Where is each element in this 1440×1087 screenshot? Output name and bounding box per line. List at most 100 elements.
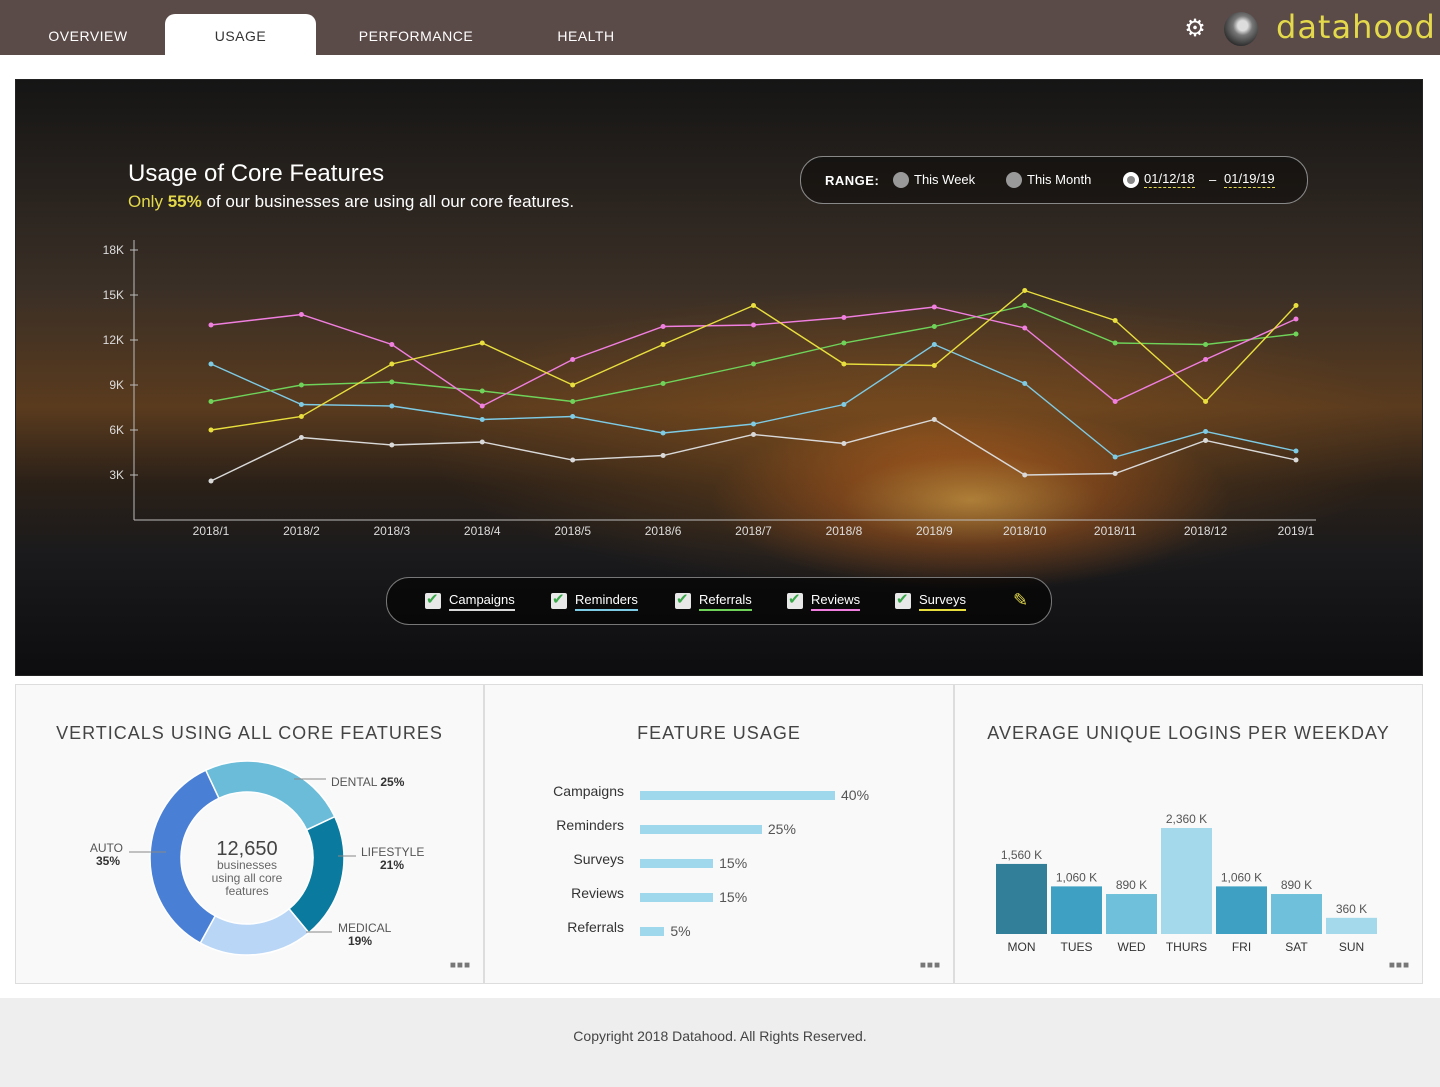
legend-referrals[interactable]: Referrals xyxy=(699,592,752,611)
tab-performance[interactable]: PERFORMANCE xyxy=(340,14,492,55)
data-point xyxy=(570,414,576,419)
data-point xyxy=(751,303,756,308)
weekday-label: TUES xyxy=(1060,940,1092,954)
series-legend: Campaigns Reminders Referrals Reviews Su… xyxy=(386,577,1052,625)
weekday-bar xyxy=(1326,917,1377,934)
data-point xyxy=(1022,381,1028,386)
data-point xyxy=(298,312,304,317)
gear-icon[interactable]: ⚙ xyxy=(1182,16,1208,42)
y-tick-label: 6K xyxy=(109,423,124,437)
x-tick-label: 2018/9 xyxy=(916,524,953,538)
data-point xyxy=(208,478,214,484)
feature-bar-label: Surveys xyxy=(573,851,624,867)
slice-name: DENTAL xyxy=(331,775,380,789)
slice-pct: 25% xyxy=(380,775,404,789)
weekday-label: THURS xyxy=(1166,940,1207,954)
data-point xyxy=(1112,399,1118,404)
x-tick-label: 2019/1 xyxy=(1278,524,1315,538)
legend-reviews[interactable]: Reviews xyxy=(811,592,861,611)
slice-pct: 21% xyxy=(380,858,404,872)
weekday-bar xyxy=(996,863,1047,934)
x-tick-label: 2018/5 xyxy=(554,524,591,538)
checkbox-campaigns[interactable] xyxy=(425,590,441,609)
y-tick-label: 12K xyxy=(103,333,124,347)
feature-bar xyxy=(640,859,714,868)
y-tick-label: 15K xyxy=(103,288,124,302)
copyright-text: Copyright 2018 Datahood. All Rights Rese… xyxy=(573,1028,867,1044)
tab-usage[interactable]: USAGE xyxy=(165,14,316,55)
x-tick-label: 2018/4 xyxy=(464,524,501,538)
slice-label: DENTAL 25% xyxy=(331,775,405,789)
donut-center-text: businesses xyxy=(217,858,277,872)
y-tick-label: 18K xyxy=(103,243,124,257)
data-point xyxy=(931,417,937,422)
pencil-icon[interactable]: ✎ xyxy=(1013,590,1028,611)
x-tick-label: 2018/10 xyxy=(1003,524,1047,538)
feature-bar xyxy=(640,825,762,834)
more-dots-icon[interactable]: ■■■ xyxy=(920,960,941,971)
weekday-label: SUN xyxy=(1339,940,1364,954)
user-avatar[interactable] xyxy=(1224,12,1258,46)
weekday-bar-value: 1,560 K xyxy=(1001,848,1042,862)
data-point xyxy=(298,414,304,419)
data-point xyxy=(479,388,485,394)
more-dots-icon[interactable]: ■■■ xyxy=(1389,960,1410,971)
slice-name: LIFESTYLE xyxy=(361,845,424,859)
data-point xyxy=(1112,340,1118,346)
x-tick-label: 2018/2 xyxy=(283,524,320,538)
data-point xyxy=(660,381,666,386)
donut-slice-lifestyle xyxy=(288,815,345,934)
data-point xyxy=(208,361,214,367)
data-point xyxy=(841,402,847,407)
checkbox-reminders[interactable] xyxy=(551,590,567,609)
more-dots-icon[interactable]: ■■■ xyxy=(450,960,471,971)
data-point xyxy=(931,363,937,368)
data-point xyxy=(479,403,485,409)
data-point xyxy=(751,361,756,367)
data-point xyxy=(1293,316,1299,322)
series-line-campaigns xyxy=(210,418,1297,482)
slice-name: AUTO xyxy=(90,841,123,855)
donut-slice-dental xyxy=(204,760,336,831)
feature-bar-value: 5% xyxy=(670,923,691,939)
x-tick-label: 2018/6 xyxy=(645,524,682,538)
donut-center-text: features xyxy=(225,884,268,898)
data-point xyxy=(1112,454,1118,460)
slice-pct: 35% xyxy=(96,854,120,868)
usage-line-chart: 18K 15K 12K 9K 6K 3K 2018/1 2018/2 2018/3 2018/4 2… xyxy=(103,240,1316,538)
weekday-bar xyxy=(1051,886,1102,934)
donut-slice-auto xyxy=(149,769,220,945)
data-point xyxy=(1022,472,1028,478)
data-point xyxy=(208,322,214,328)
tab-overview[interactable]: OVERVIEW xyxy=(15,14,161,55)
tab-health[interactable]: HEALTH xyxy=(516,14,656,55)
weekday-bar-value: 2,360 K xyxy=(1166,812,1207,826)
weekday-label: FRI xyxy=(1232,940,1251,954)
data-point xyxy=(841,315,847,320)
data-point xyxy=(931,324,937,329)
data-point xyxy=(660,324,666,329)
legend-surveys[interactable]: Surveys xyxy=(919,592,966,611)
feature-bar-label: Reviews xyxy=(571,885,624,901)
data-point xyxy=(751,421,756,427)
data-point xyxy=(479,439,485,445)
feature-bar-value: 15% xyxy=(719,855,748,871)
data-point xyxy=(389,403,395,409)
weekday-bar xyxy=(1161,828,1212,934)
data-point xyxy=(479,417,485,422)
brand-logo: datahood xyxy=(1276,8,1436,46)
checkbox-surveys[interactable] xyxy=(895,590,911,609)
data-point xyxy=(570,357,576,362)
legend-reminders[interactable]: Reminders xyxy=(575,592,638,611)
feature-bar xyxy=(640,893,714,902)
checkbox-reviews[interactable] xyxy=(787,590,803,609)
data-point xyxy=(1293,303,1299,308)
data-point xyxy=(660,430,666,436)
checkbox-referrals[interactable] xyxy=(675,590,691,609)
data-point xyxy=(389,379,395,385)
feature-bar-value: 40% xyxy=(841,787,870,803)
data-point xyxy=(1112,318,1118,323)
legend-campaigns[interactable]: Campaigns xyxy=(449,592,515,611)
x-tick-label: 2018/3 xyxy=(373,524,410,538)
weekday-bar-value: 1,060 K xyxy=(1221,870,1262,884)
